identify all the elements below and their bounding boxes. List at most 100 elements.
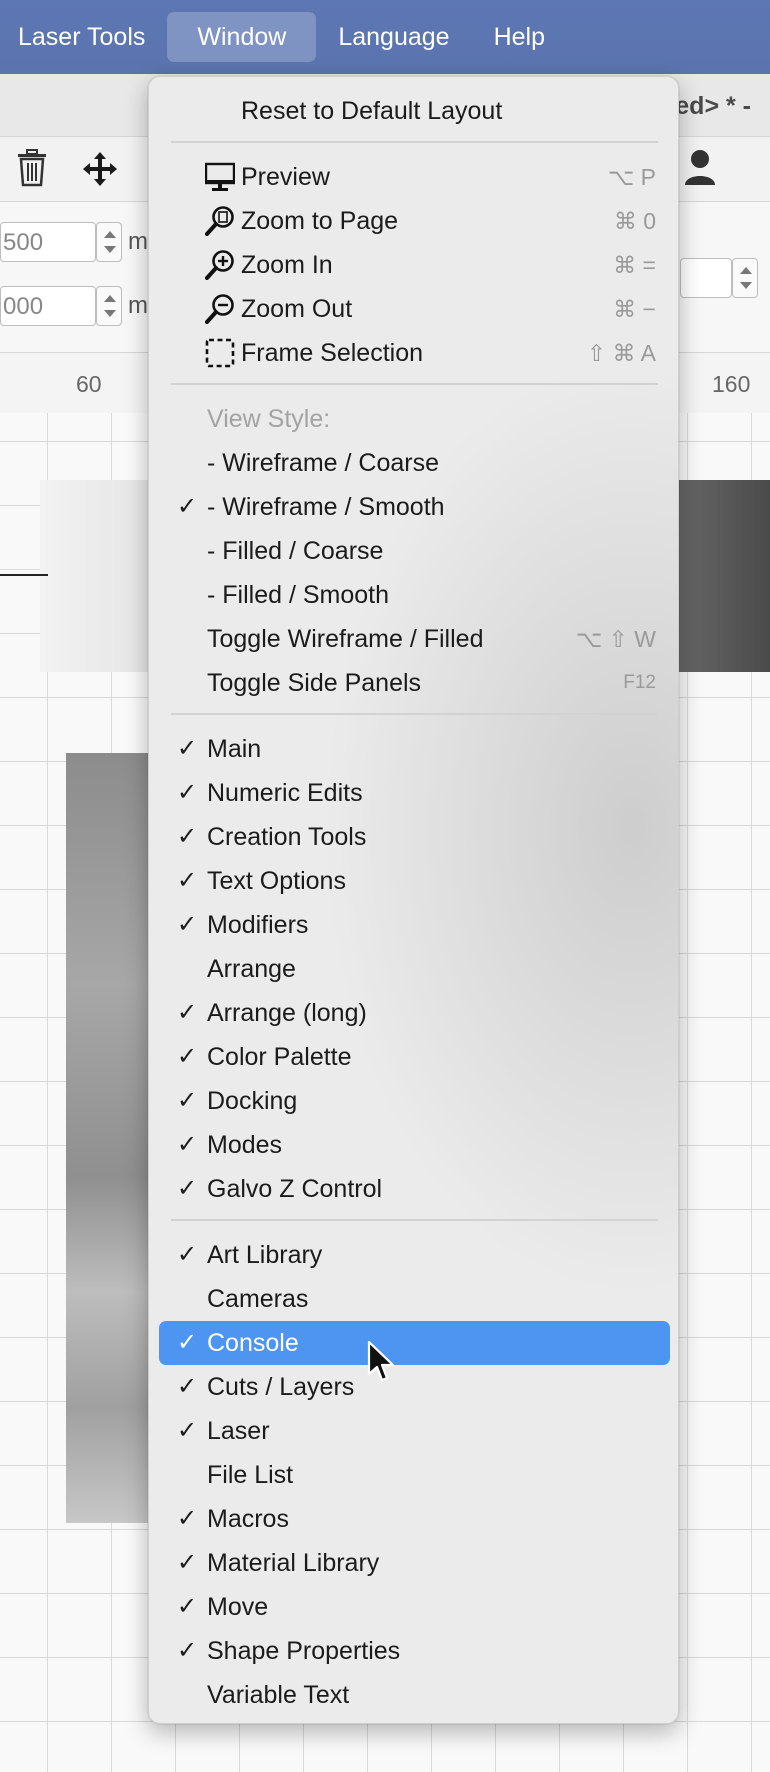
menu-item-toolbar-modes[interactable]: ✓ Modes	[159, 1123, 670, 1167]
trash-icon[interactable]	[16, 149, 48, 187]
check-icon: ✓	[177, 867, 198, 894]
menu-window[interactable]: Window	[167, 12, 317, 62]
menu-item-variable-text[interactable]: Variable Text	[159, 1673, 670, 1717]
check-icon: ✓	[177, 1043, 198, 1070]
canvas-shape-left[interactable]	[40, 480, 160, 672]
check-icon: ✓	[177, 1549, 198, 1576]
check-icon: ✓	[177, 1131, 198, 1158]
menu-item-cuts-layers[interactable]: ✓ Cuts / Layers	[159, 1365, 670, 1409]
menu-item-label: - Wireframe / Smooth	[207, 493, 445, 521]
numeric-stepper-2[interactable]	[96, 286, 122, 326]
menu-item-toolbar-arrange[interactable]: Arrange	[159, 947, 670, 991]
menu-item-toolbar-color-palette[interactable]: ✓ Color Palette	[159, 1035, 670, 1079]
menu-item-label: Modifiers	[207, 911, 309, 939]
canvas-image[interactable]	[66, 753, 156, 1523]
menu-item-label: Preview	[241, 163, 330, 191]
menu-item-label: Reset to Default Layout	[241, 97, 503, 125]
menu-item-wireframe-coarse[interactable]: - Wireframe / Coarse	[159, 441, 670, 485]
menu-item-frame-selection[interactable]: Frame Selection ⇧ ⌘ A	[159, 331, 670, 375]
menu-help[interactable]: Help	[472, 12, 567, 62]
menu-item-toolbar-arrange-long[interactable]: ✓ Arrange (long)	[159, 991, 670, 1035]
menu-item-label: Art Library	[207, 1241, 323, 1269]
menu-item-shape-properties[interactable]: ✓ Shape Properties	[159, 1629, 670, 1673]
shortcut: ⇧ ⌘ A	[586, 340, 656, 366]
check-icon: ✓	[177, 1329, 198, 1356]
menu-item-label: Galvo Z Control	[207, 1175, 383, 1203]
shortcut: ⌥ P	[607, 164, 656, 190]
menu-item-toolbar-galvo-z-control[interactable]: ✓ Galvo Z Control	[159, 1167, 670, 1211]
menu-item-label: - Wireframe / Coarse	[207, 449, 439, 477]
canvas-shape-right[interactable]	[670, 480, 770, 672]
menu-item-material-library[interactable]: ✓ Material Library	[159, 1541, 670, 1585]
shortcut: ⌥ ⇧ W	[575, 626, 656, 652]
menu-item-label: Toggle Wireframe / Filled	[207, 625, 484, 653]
check-icon: ✓	[177, 999, 198, 1026]
menu-item-zoom-to-page[interactable]: Zoom to Page ⌘ 0	[159, 199, 670, 243]
numeric-field-1[interactable]: 500	[0, 222, 96, 262]
menu-item-label: - Filled / Smooth	[207, 581, 390, 609]
menu-item-file-list[interactable]: File List	[159, 1453, 670, 1497]
menu-item-zoom-out[interactable]: Zoom Out ⌘ −	[159, 287, 670, 331]
menu-item-label: Modes	[207, 1131, 283, 1159]
menu-item-label: Frame Selection	[241, 339, 424, 367]
check-icon: ✓	[177, 1637, 198, 1664]
menu-language[interactable]: Language	[316, 12, 471, 62]
menu-item-label: Color Palette	[207, 1043, 352, 1071]
menu-item-laser[interactable]: ✓ Laser	[159, 1409, 670, 1453]
numeric-unit-2: m	[128, 292, 148, 319]
menu-item-toolbar-modifiers[interactable]: ✓ Modifiers	[159, 903, 670, 947]
shortcut: ⌘ =	[613, 252, 656, 278]
move-icon[interactable]	[81, 150, 119, 188]
menu-item-toggle-wireframe-filled[interactable]: Toggle Wireframe / Filled ⌥ ⇧ W	[159, 617, 670, 661]
check-icon: ✓	[177, 1241, 198, 1268]
menu-laser-tools[interactable]: Laser Tools	[0, 12, 167, 62]
menu-item-preview[interactable]: Preview ⌥ P	[159, 155, 670, 199]
menu-item-filled-coarse[interactable]: - Filled / Coarse	[159, 529, 670, 573]
menu-item-zoom-in[interactable]: Zoom In ⌘ =	[159, 243, 670, 287]
menu-item-move[interactable]: ✓ Move	[159, 1585, 670, 1629]
menu-item-label: Arrange	[207, 955, 296, 983]
menu-item-toolbar-creation-tools[interactable]: ✓ Creation Tools	[159, 815, 670, 859]
menu-item-toolbar-docking[interactable]: ✓ Docking	[159, 1079, 670, 1123]
menu-item-cameras[interactable]: Cameras	[159, 1277, 670, 1321]
menu-item-label: Zoom to Page	[241, 207, 399, 235]
menu-item-toolbar-text-options[interactable]: ✓ Text Options	[159, 859, 670, 903]
menu-item-label: Laser	[207, 1417, 270, 1445]
check-icon: ✓	[177, 1417, 198, 1444]
menu-item-label: Text Options	[207, 867, 346, 895]
check-icon: ✓	[177, 1373, 198, 1400]
menu-item-label: Main	[207, 735, 262, 763]
numeric-field-2[interactable]: 000	[0, 286, 96, 326]
menu-item-label: Zoom In	[241, 251, 333, 279]
menu-item-art-library[interactable]: ✓ Art Library	[159, 1233, 670, 1277]
check-icon: ✓	[177, 911, 198, 938]
user-icon[interactable]	[684, 149, 716, 185]
numeric-stepper-1[interactable]	[96, 222, 122, 262]
menu-separator	[171, 713, 658, 715]
menu-item-label: Docking	[207, 1087, 298, 1115]
menu-item-console[interactable]: ✓ Console	[159, 1321, 670, 1365]
canvas-line[interactable]	[0, 574, 48, 576]
menu-item-toggle-side-panels[interactable]: Toggle Side Panels F12	[159, 661, 670, 705]
check-icon: ✓	[177, 1593, 198, 1620]
numeric-stepper-right[interactable]	[732, 258, 758, 298]
menu-item-reset-layout[interactable]: Reset to Default Layout	[159, 89, 670, 133]
menu-bar: Laser Tools Window Language Help	[0, 0, 770, 74]
check-icon: ✓	[177, 779, 198, 806]
menu-item-label: Cuts / Layers	[207, 1373, 355, 1401]
numeric-field-right[interactable]	[680, 258, 732, 298]
shortcut: F12	[623, 672, 656, 693]
menu-item-macros[interactable]: ✓ Macros	[159, 1497, 670, 1541]
shortcut: ⌘ −	[613, 296, 656, 322]
menu-item-label: File List	[207, 1461, 294, 1489]
menu-item-filled-smooth[interactable]: - Filled / Smooth	[159, 573, 670, 617]
menu-item-toolbar-numeric-edits[interactable]: ✓ Numeric Edits	[159, 771, 670, 815]
check-icon: ✓	[177, 493, 198, 520]
check-icon: ✓	[177, 823, 198, 850]
zoom-in-icon	[205, 250, 234, 280]
shortcut: ⌘ 0	[613, 208, 656, 234]
zoom-page-icon	[205, 206, 234, 236]
menu-item-label: Console	[207, 1329, 299, 1357]
menu-item-toolbar-main[interactable]: ✓ Main	[159, 727, 670, 771]
menu-item-wireframe-smooth[interactable]: ✓ - Wireframe / Smooth	[159, 485, 670, 529]
